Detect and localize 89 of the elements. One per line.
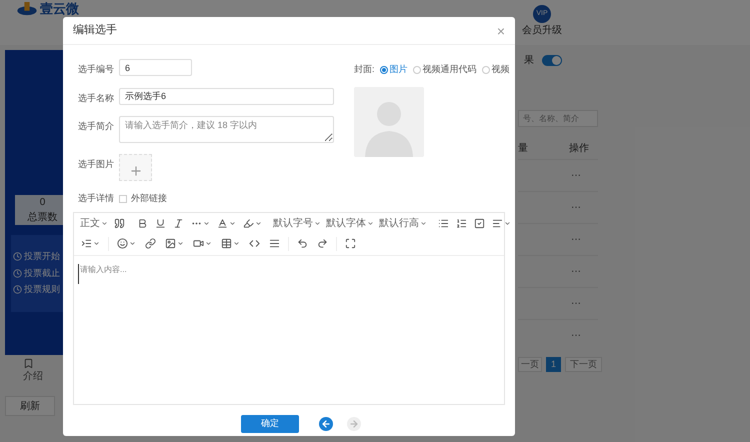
redo-icon[interactable] (317, 238, 328, 249)
more-actions[interactable]: ··· (571, 200, 581, 215)
radio-label[interactable]: 图片 (390, 63, 408, 76)
link-icon[interactable] (145, 238, 156, 249)
more-actions[interactable]: ··· (571, 296, 581, 311)
column-header: 操作 (569, 142, 589, 156)
info-text: 投票截止 (24, 266, 60, 280)
logo-icon (16, 2, 38, 16)
radio-button[interactable] (380, 66, 388, 74)
caret-icon (101, 220, 108, 227)
toolbar-dropdown[interactable]: 默认行高 (379, 216, 427, 231)
refresh-button[interactable]: 刷新 (5, 396, 55, 416)
dialog-title: 编辑选手 (73, 23, 117, 38)
numbered-list-icon[interactable] (456, 218, 467, 229)
plus-icon (128, 164, 142, 178)
caret-icon (203, 220, 210, 227)
clock-icon (13, 252, 22, 262)
caret-icon (229, 220, 236, 227)
caret-icon (205, 240, 212, 247)
page-button[interactable]: 1 (546, 357, 561, 372)
emoji-icon[interactable] (117, 238, 128, 249)
checkbox[interactable] (119, 194, 127, 203)
tab-label[interactable]: 介绍 (23, 369, 43, 384)
next-page-button[interactable]: 下一页 (565, 357, 602, 372)
prev-page-button[interactable]: 一页 (518, 357, 542, 372)
checkbox-label[interactable]: 外部链接 (131, 192, 167, 206)
avatar-placeholder (354, 86, 424, 156)
radio-label[interactable]: 视频 (492, 63, 510, 76)
clock-icon (13, 268, 22, 278)
column-header: 量 (518, 142, 529, 156)
stat-value: 0 (40, 196, 46, 210)
text-field[interactable]: 6 (119, 59, 192, 76)
radio-label[interactable]: 视频通用代码 (422, 63, 477, 76)
undo-icon[interactable] (297, 238, 308, 249)
toggle-switch[interactable] (542, 55, 562, 66)
field-label: 选手详情 (78, 192, 114, 205)
more-actions[interactable]: ··· (571, 232, 581, 247)
field-label: 选手名称 (78, 92, 114, 104)
bold-icon[interactable] (137, 218, 148, 229)
quote-icon[interactable] (114, 218, 125, 229)
radio-button[interactable] (482, 66, 490, 74)
info-text: 投票开始 (24, 250, 60, 263)
italic-icon[interactable] (173, 218, 184, 229)
caret-icon (255, 220, 262, 227)
radio-button[interactable] (412, 66, 421, 74)
bullet-list-icon[interactable] (438, 218, 449, 229)
field-label: 选手图片 (78, 158, 114, 171)
text-field[interactable]: 示例选手6 (119, 88, 334, 104)
font-color-icon[interactable] (217, 218, 228, 229)
code-icon[interactable] (249, 238, 260, 249)
info-text: 投票规则 (24, 283, 60, 296)
editor-content-field[interactable]: 请输入内容... (78, 264, 500, 284)
table-icon[interactable] (221, 238, 232, 249)
caret-icon (504, 220, 511, 227)
toolbar-dropdown[interactable]: 正文 (80, 216, 108, 231)
caret-icon (93, 240, 100, 247)
caret-icon (129, 240, 136, 247)
toggle-label: 果 (524, 54, 534, 68)
divider-icon[interactable] (269, 238, 280, 249)
indent-icon[interactable] (81, 238, 92, 249)
video-icon[interactable] (193, 238, 204, 249)
search-field[interactable]: 号、名称、简介 (518, 110, 598, 127)
intro-field[interactable]: 请输入选手简介，建议 18 字以内 (119, 116, 334, 143)
caret-icon (367, 220, 374, 227)
align-icon[interactable] (492, 218, 503, 229)
bookmark-icon (23, 358, 34, 369)
vip-label[interactable]: 会员升级 (522, 23, 562, 38)
caret-icon (233, 240, 240, 247)
more-actions[interactable]: ··· (571, 328, 581, 343)
underline-icon[interactable] (155, 218, 166, 229)
clock-icon (13, 285, 22, 294)
highlighter-icon[interactable] (243, 218, 254, 229)
logo-text: 壹云微 (40, 2, 79, 16)
stat-label: 总票数 (28, 210, 58, 225)
more-actions[interactable]: ··· (571, 168, 581, 183)
caret-icon (314, 220, 321, 227)
more-actions[interactable]: ··· (571, 264, 581, 279)
close-button[interactable]: × (496, 24, 505, 38)
cover-label: 封面: (354, 63, 375, 76)
fullscreen-icon[interactable] (345, 238, 356, 249)
toolbar-dropdown[interactable]: 默认字体 (326, 216, 374, 231)
confirm-button[interactable]: 确定 (241, 414, 299, 432)
image-icon[interactable] (165, 238, 176, 249)
caret-icon (177, 240, 184, 247)
toolbar-dropdown[interactable]: 默认字号 (273, 216, 321, 231)
field-label: 选手编号 (78, 63, 114, 76)
checklist-icon[interactable] (474, 218, 485, 229)
caret-icon (420, 220, 427, 227)
field-label: 选手简介 (78, 120, 114, 133)
